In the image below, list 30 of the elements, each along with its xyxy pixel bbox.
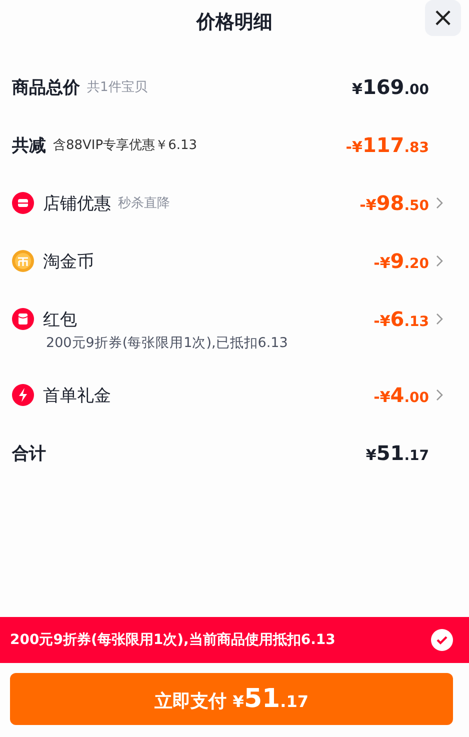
coin-icon — [12, 250, 34, 272]
amount-text: -¥9.20 — [374, 249, 429, 273]
close-button[interactable]: × — [425, 0, 461, 36]
amount-text: ¥51.17 — [366, 441, 429, 465]
envelope-icon — [12, 308, 34, 330]
row-note: 共1件宝贝 — [87, 79, 148, 96]
row-label: 合计 — [12, 442, 46, 464]
row-label: 店铺优惠 — [43, 192, 111, 214]
chevron-icon[interactable] — [435, 313, 443, 325]
row-detail: 200元9折券(每张限用1次),已抵扣6.13 — [45, 334, 289, 353]
check-icon[interactable] — [431, 629, 453, 651]
banner-text: 200元9折券(每张限用1次),当前商品使用抵扣6.13 — [10, 631, 336, 649]
shop-icon — [12, 192, 34, 214]
row-label: 共减 — [12, 134, 46, 156]
row-note: 秒杀直降 — [118, 195, 170, 212]
chevron-icon[interactable] — [435, 197, 443, 209]
amount-text: -¥98.50 — [360, 191, 429, 215]
chevron-icon[interactable] — [435, 389, 443, 401]
row-label: 红包 — [43, 308, 77, 330]
amount-text: ¥169.00 — [352, 75, 429, 99]
amount-text: -¥6.13 — [374, 307, 429, 331]
row-label: 商品总价 — [12, 76, 80, 98]
row-label: 淘金币 — [43, 250, 94, 272]
amount-text: -¥117.83 — [346, 133, 429, 157]
sheet-title: 价格明细 — [196, 10, 272, 35]
amount-text: -¥4.00 — [374, 383, 429, 407]
chevron-icon[interactable] — [435, 255, 443, 267]
row-note: 含88VIP专享优惠￥6.13 — [53, 137, 198, 154]
lightning-icon — [12, 384, 34, 406]
row-label: 首单礼金 — [43, 384, 111, 406]
